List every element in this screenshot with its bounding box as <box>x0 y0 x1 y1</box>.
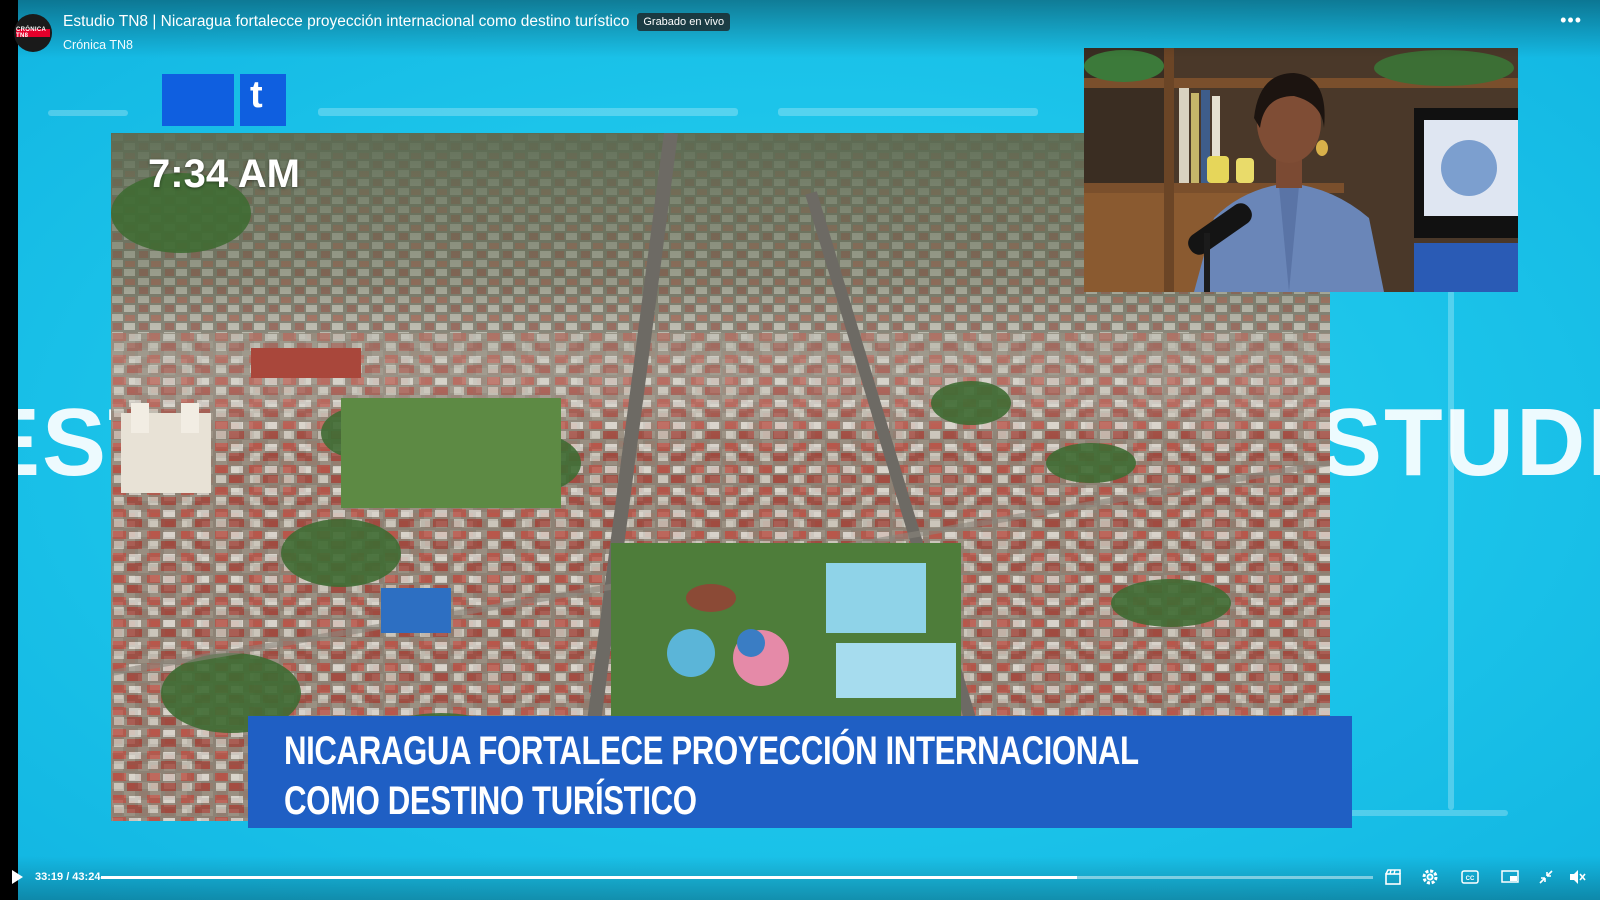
video-title-text[interactable]: Estudio TN8 | Nicaragua fortalecce proye… <box>63 13 629 31</box>
captions-icon[interactable]: CC <box>1459 867 1481 887</box>
video-title-bar: CRÓNICA TN8 Estudio TN8 | Nicaragua fort… <box>0 0 1600 58</box>
background-line <box>1348 810 1508 816</box>
channel-avatar-text: CRÓNICA TN8 <box>16 27 50 39</box>
background-line <box>318 108 738 116</box>
background-line <box>778 108 1038 116</box>
time-display: 33:19 / 43:24 <box>35 871 101 883</box>
progress-bar[interactable] <box>101 876 1373 879</box>
miniplayer-icon[interactable] <box>1499 867 1521 887</box>
headline-line-2: COMO DESTINO TURÍSTICO <box>284 779 697 823</box>
headline-lower-third: NICARAGUA FORTALECE PROYECCIÓN INTERNACI… <box>248 716 1352 828</box>
presenter-inset-video <box>1084 48 1518 292</box>
station-logo-glyph: t <box>250 74 263 116</box>
video-title[interactable]: Estudio TN8 | Nicaragua fortalecce proye… <box>63 13 731 31</box>
more-options-icon[interactable]: ••• <box>1560 10 1582 31</box>
live-recorded-badge: Grabado en vivo <box>637 13 731 31</box>
station-logo: t <box>162 74 286 128</box>
channel-name[interactable]: Crónica TN8 <box>63 38 133 52</box>
broadcast-clock: 7:34 AM <box>148 152 300 196</box>
headline-line-1: NICARAGUA FORTALECE PROYECCIÓN INTERNACI… <box>284 729 1139 773</box>
background-studio-word-right: STUDIO <box>1318 389 1600 496</box>
clip-icon[interactable] <box>1382 867 1404 887</box>
player-controls: 33:19 / 43:24 CC <box>0 856 1600 900</box>
settings-gear-icon[interactable] <box>1419 867 1441 887</box>
background-line <box>1448 290 1454 810</box>
background-line <box>48 110 128 116</box>
play-icon[interactable] <box>12 870 23 884</box>
exit-fullscreen-icon[interactable] <box>1535 867 1557 887</box>
mute-icon[interactable] <box>1566 867 1588 887</box>
svg-text:CC: CC <box>1466 876 1475 882</box>
channel-avatar[interactable]: CRÓNICA TN8 <box>14 14 52 52</box>
progress-bar-fill <box>101 876 1078 879</box>
